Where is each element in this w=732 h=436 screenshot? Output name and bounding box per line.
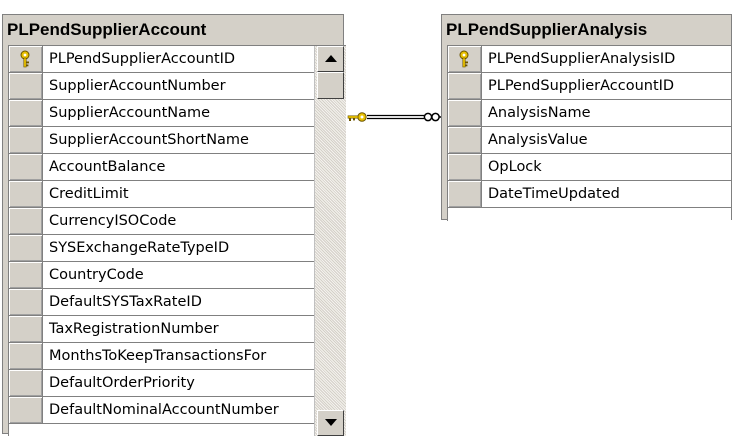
column-name: SupplierAccountNumber [49, 78, 226, 94]
column-rows: PLPendSupplierAccountID SupplierAccountNu… [9, 46, 346, 424]
row-selector[interactable] [9, 154, 43, 180]
column-row[interactable]: PLPendSupplierAccountID [9, 46, 346, 73]
column-name: AccountBalance [49, 159, 166, 175]
table-title: PLPendSupplierAnalysis [446, 20, 648, 39]
column-row[interactable]: AccountBalance [9, 154, 346, 181]
column-row[interactable]: DefaultOrderPriority [9, 370, 346, 397]
column-row[interactable]: AnalysisValue [448, 127, 731, 154]
column-row[interactable]: TaxRegistrationNumber [9, 316, 346, 343]
row-selector[interactable] [9, 316, 43, 342]
column-row[interactable]: SupplierAccountShortName [9, 127, 346, 154]
column-row[interactable]: PLPendSupplierAnalysisID [448, 46, 731, 73]
table-plpendsupplieranalysis[interactable]: PLPendSupplierAnalysis PLPendSupplierAna… [441, 14, 732, 221]
column-name: PLPendSupplierAnalysisID [488, 51, 676, 67]
column-row[interactable]: CurrencyISOCode [9, 208, 346, 235]
table-plpendsupplieraccount[interactable]: PLPendSupplierAccount PLPendSupplierAcco… [2, 14, 346, 436]
row-selector[interactable] [9, 235, 43, 261]
infinity-icon [423, 112, 442, 122]
column-list: PLPendSupplierAnalysisID PLPendSupplierAc… [447, 45, 731, 221]
column-name: TaxRegistrationNumber [49, 321, 219, 337]
column-name: MonthsToKeepTransactionsFor [49, 348, 267, 364]
column-row[interactable]: DefaultSYSTaxRateID [9, 289, 346, 316]
key-icon [347, 112, 367, 122]
relationship-line[interactable] [340, 105, 442, 129]
column-name: CurrencyISOCode [49, 213, 177, 229]
column-name: PLPendSupplierAccountID [488, 78, 675, 94]
column-row[interactable]: MonthsToKeepTransactionsFor [9, 343, 346, 370]
column-name: OpLock [488, 159, 542, 175]
column-name: SYSExchangeRateTypeID [49, 240, 230, 256]
row-selector[interactable] [9, 262, 43, 288]
column-row[interactable]: DefaultNominalAccountNumber [9, 397, 346, 424]
column-name: CreditLimit [49, 186, 129, 202]
column-row[interactable]: OpLock [448, 154, 731, 181]
column-row[interactable]: SupplierAccountNumber [9, 73, 346, 100]
row-selector[interactable] [9, 73, 43, 99]
column-name: SupplierAccountName [49, 105, 211, 121]
row-selector[interactable] [9, 46, 43, 72]
row-selector[interactable] [9, 100, 43, 126]
column-row[interactable]: AnalysisName [448, 100, 731, 127]
column-name: DefaultNominalAccountNumber [49, 402, 279, 418]
key-icon [459, 50, 469, 68]
column-list: PLPendSupplierAccountID SupplierAccountNu… [8, 45, 346, 436]
arrow-down-icon [325, 419, 337, 426]
column-name: PLPendSupplierAccountID [49, 51, 236, 67]
column-name: CountryCode [49, 267, 144, 283]
column-row[interactable]: SupplierAccountName [9, 100, 346, 127]
row-selector[interactable] [9, 343, 43, 369]
row-selector[interactable] [9, 397, 43, 423]
column-rows: PLPendSupplierAnalysisID PLPendSupplierAc… [448, 46, 731, 208]
column-row[interactable]: CreditLimit [9, 181, 346, 208]
column-row[interactable]: DateTimeUpdated [448, 181, 731, 208]
scroll-thumb[interactable] [317, 72, 344, 99]
column-name: AnalysisName [488, 105, 591, 121]
row-selector[interactable] [448, 73, 482, 99]
column-name: DefaultSYSTaxRateID [49, 294, 202, 310]
scroll-up-button[interactable] [317, 46, 344, 72]
column-row[interactable]: PLPendSupplierAccountID [448, 73, 731, 100]
scroll-down-button[interactable] [317, 410, 344, 436]
row-selector[interactable] [448, 100, 482, 126]
row-selector[interactable] [9, 370, 43, 396]
column-name: AnalysisValue [488, 132, 588, 148]
row-selector[interactable] [9, 127, 43, 153]
column-row[interactable]: SYSExchangeRateTypeID [9, 235, 346, 262]
row-selector[interactable] [9, 181, 43, 207]
column-name: DateTimeUpdated [488, 186, 620, 202]
column-name: DefaultOrderPriority [49, 375, 195, 391]
row-selector[interactable] [448, 181, 482, 207]
row-selector[interactable] [448, 127, 482, 153]
column-name: SupplierAccountShortName [49, 132, 249, 148]
row-selector[interactable] [9, 289, 43, 315]
row-selector[interactable] [448, 46, 482, 72]
column-row[interactable]: CountryCode [9, 262, 346, 289]
row-selector[interactable] [448, 154, 482, 180]
table-title: PLPendSupplierAccount [7, 20, 207, 39]
key-icon [20, 50, 30, 68]
arrow-up-icon [325, 55, 337, 62]
row-selector[interactable] [9, 208, 43, 234]
